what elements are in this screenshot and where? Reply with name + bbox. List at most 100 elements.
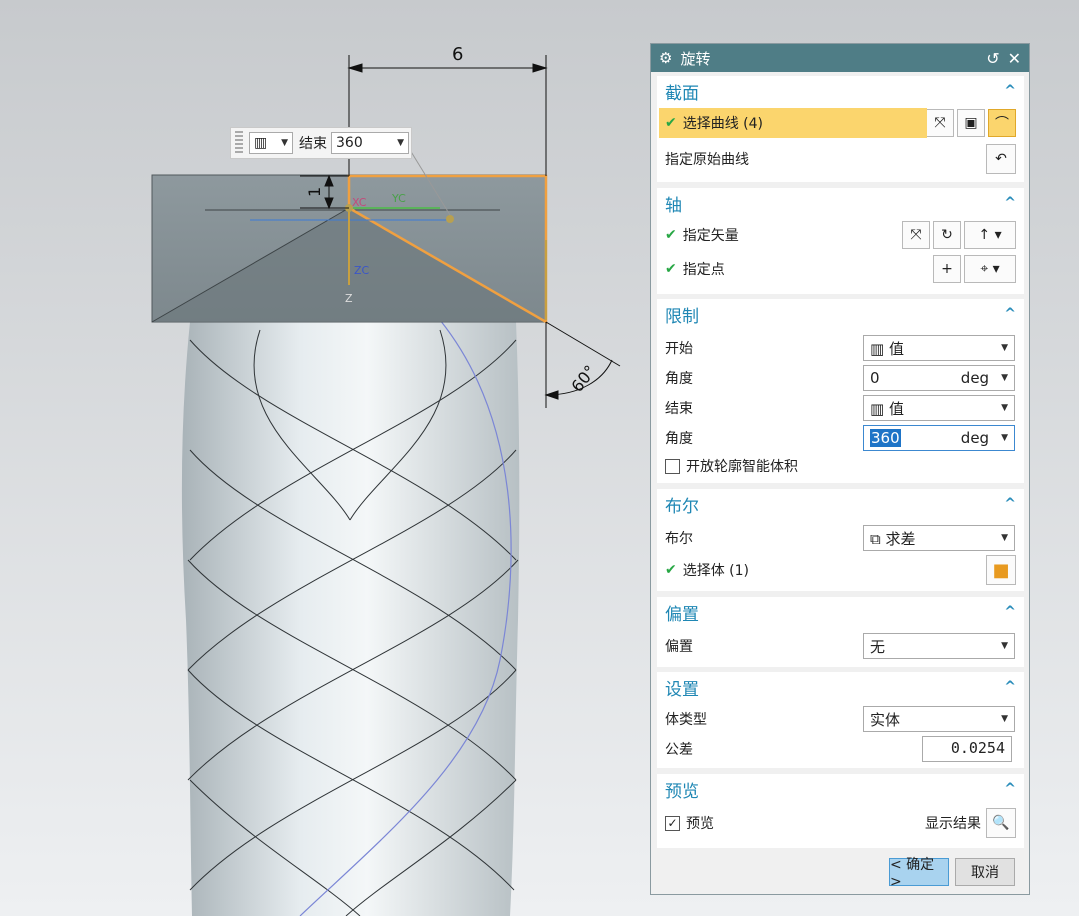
- csys-yc-label: YC: [391, 192, 406, 205]
- show-result-label: 显示结果: [925, 816, 981, 832]
- preview-panel: 预览 ^ ✓ 预览 显示结果 🔍: [657, 774, 1024, 848]
- drag-grip-icon[interactable]: [235, 131, 243, 155]
- offset-dropdown[interactable]: 无 ▼: [863, 633, 1015, 659]
- tolerance-field[interactable]: 0.0254: [922, 736, 1012, 762]
- collapse-icon[interactable]: ^: [1004, 781, 1016, 797]
- value-type-icon: ▥: [254, 135, 268, 151]
- open-profile-row[interactable]: 开放轮廓智能体积: [657, 451, 1024, 481]
- csys-z-label: Z: [345, 292, 353, 305]
- dimension-width-value[interactable]: 6: [452, 44, 463, 65]
- sketch-section-icon[interactable]: ▣: [957, 109, 985, 137]
- limit-type-dropdown[interactable]: ▥ ▼: [249, 132, 293, 154]
- offset-title: 偏置: [665, 604, 699, 625]
- offset-header[interactable]: 偏置 ^: [657, 597, 1024, 627]
- specify-vector-row[interactable]: ✔ 指定矢量 ⤧ ↻ ↑ ▾: [657, 220, 1024, 250]
- chevron-down-icon: ▼: [1001, 533, 1008, 543]
- offset-panel: 偏置 ^ 偏置 无 ▼: [657, 597, 1024, 667]
- chevron-down-icon: ▼: [1001, 403, 1008, 413]
- dimension-depth-value[interactable]: 1: [305, 187, 324, 197]
- open-profile-label: 开放轮廓智能体积: [686, 459, 798, 475]
- axis-header[interactable]: 轴 ^: [657, 188, 1024, 218]
- settings-title: 设置: [665, 679, 699, 700]
- end-type-text: 值: [888, 399, 904, 418]
- chevron-down-icon: ▼: [397, 138, 404, 148]
- revolve-dialog: ⚙ 旋转 ↺ ✕ 截面 ^ ✔ 选择曲线 (4) ⤧ ▣ ⌒ 指定原始曲线 ↶ …: [650, 43, 1030, 895]
- point-type-dropdown[interactable]: ⌖ ▾: [964, 255, 1016, 283]
- boolean-header[interactable]: 布尔 ^: [657, 489, 1024, 519]
- preview-title: 预览: [665, 781, 699, 802]
- check-icon: ✔: [665, 261, 677, 277]
- csys-xc-label: XC: [352, 196, 367, 209]
- select-curve-row[interactable]: ✔ 选择曲线 (4) ⤧ ▣ ⌒: [657, 108, 1024, 138]
- specify-original-label: 指定原始曲线: [665, 152, 749, 168]
- dialog-titlebar[interactable]: ⚙ 旋转 ↺ ✕: [651, 44, 1029, 72]
- start-angle-field[interactable]: 0 deg ▼: [863, 365, 1015, 391]
- start-type-dropdown[interactable]: ▥ 值 ▼: [863, 335, 1015, 361]
- reverse-direction-icon[interactable]: ⤧: [902, 221, 930, 249]
- section-panel-section: 截面 ^ ✔ 选择曲线 (4) ⤧ ▣ ⌒ 指定原始曲线 ↶: [657, 76, 1024, 182]
- collapse-icon[interactable]: ^: [1004, 679, 1016, 695]
- limits-panel: 限制 ^ 开始 ▥ 值 ▼ 角度 0 deg ▼ 结束 ▥ 值 ▼ 角度 360: [657, 299, 1024, 483]
- select-body-row[interactable]: ✔ 选择体 (1) ■: [657, 555, 1024, 585]
- curve-section-icon[interactable]: ⌒: [988, 109, 1016, 137]
- dialog-title: 旋转: [680, 49, 711, 68]
- end-angle-unit: deg: [960, 429, 990, 447]
- chevron-down-icon: ▼: [1001, 343, 1008, 353]
- check-icon: ✔: [665, 227, 677, 243]
- axis-panel: 轴 ^ ✔ 指定矢量 ⤧ ↻ ↑ ▾ ✔ 指定点 + ⌖ ▾: [657, 188, 1024, 294]
- vector-type-dropdown[interactable]: ↑ ▾: [964, 221, 1016, 249]
- preview-label: 预览: [686, 816, 714, 832]
- section-header[interactable]: 截面 ^: [657, 76, 1024, 106]
- settings-header[interactable]: 设置 ^: [657, 672, 1024, 702]
- value-type-icon: ▥: [870, 339, 889, 358]
- end-angle-value: 360: [870, 429, 901, 447]
- collapse-icon[interactable]: ^: [1004, 604, 1016, 620]
- collapse-icon[interactable]: ^: [1004, 83, 1016, 99]
- start-type-text: 值: [888, 339, 904, 358]
- end-angle-field[interactable]: 360 deg ▼: [863, 425, 1015, 451]
- collapse-icon[interactable]: ^: [1004, 306, 1016, 322]
- specify-point-row[interactable]: ✔ 指定点 + ⌖ ▾: [657, 254, 1024, 284]
- point-dialog-icon[interactable]: +: [933, 255, 961, 283]
- reset-icon[interactable]: ↺: [986, 49, 999, 68]
- cancel-button[interactable]: 取消: [955, 858, 1015, 886]
- end-type-dropdown[interactable]: ▥ 值 ▼: [863, 395, 1015, 421]
- select-body-label: 选择体 (1): [682, 563, 750, 579]
- onscreen-input-toolbar: ▥ ▼ 结束 360 ▼: [230, 127, 412, 159]
- close-icon[interactable]: ✕: [1008, 49, 1021, 68]
- check-icon: ✔: [665, 562, 677, 578]
- collapse-icon[interactable]: ^: [1004, 496, 1016, 512]
- limits-title: 限制: [665, 306, 699, 327]
- chevron-down-icon: ▼: [1001, 433, 1008, 443]
- gear-icon: ⚙: [659, 49, 673, 67]
- shaft-body: [181, 322, 520, 916]
- subtract-icon: ⧉: [870, 529, 886, 548]
- end-value-field[interactable]: 360 ▼: [331, 132, 409, 154]
- preview-header[interactable]: 预览 ^: [657, 774, 1024, 804]
- boolean-panel: 布尔 ^ 布尔 ⧉ 求差 ▼ ✔ 选择体 (1) ■: [657, 489, 1024, 591]
- ok-button[interactable]: < 确定 >: [889, 857, 949, 890]
- end-label: 结束: [299, 136, 327, 152]
- collapse-icon[interactable]: ^: [1004, 195, 1016, 211]
- end-value-text: 360: [336, 135, 363, 151]
- open-profile-checkbox[interactable]: [665, 458, 680, 474]
- body-type-dropdown[interactable]: 实体 ▼: [863, 706, 1015, 732]
- boolean-title: 布尔: [665, 496, 699, 517]
- limits-header[interactable]: 限制 ^: [657, 299, 1024, 329]
- specify-original-row[interactable]: 指定原始曲线 ↶: [657, 144, 1024, 174]
- magnifier-icon[interactable]: 🔍: [986, 808, 1016, 838]
- start-angle-unit: deg: [960, 369, 990, 387]
- solid-body-icon[interactable]: ■: [986, 555, 1016, 585]
- original-curve-icon[interactable]: ↶: [986, 144, 1016, 174]
- specify-point-label: 指定点: [682, 262, 725, 278]
- curve-rule-icon[interactable]: ⤧: [926, 109, 954, 137]
- axis-point[interactable]: [446, 215, 454, 223]
- preview-checkbox[interactable]: ✓: [665, 815, 680, 831]
- preview-row: ✓ 预览 显示结果 🔍: [657, 808, 1024, 838]
- boolean-dropdown[interactable]: ⧉ 求差 ▼: [863, 525, 1015, 551]
- section-title: 截面: [665, 83, 699, 104]
- vector-dialog-icon[interactable]: ↻: [933, 221, 961, 249]
- chevron-down-icon: ▼: [1001, 714, 1008, 724]
- select-curve-label: 选择曲线 (4): [682, 116, 764, 132]
- csys-zc-label: ZC: [354, 264, 370, 277]
